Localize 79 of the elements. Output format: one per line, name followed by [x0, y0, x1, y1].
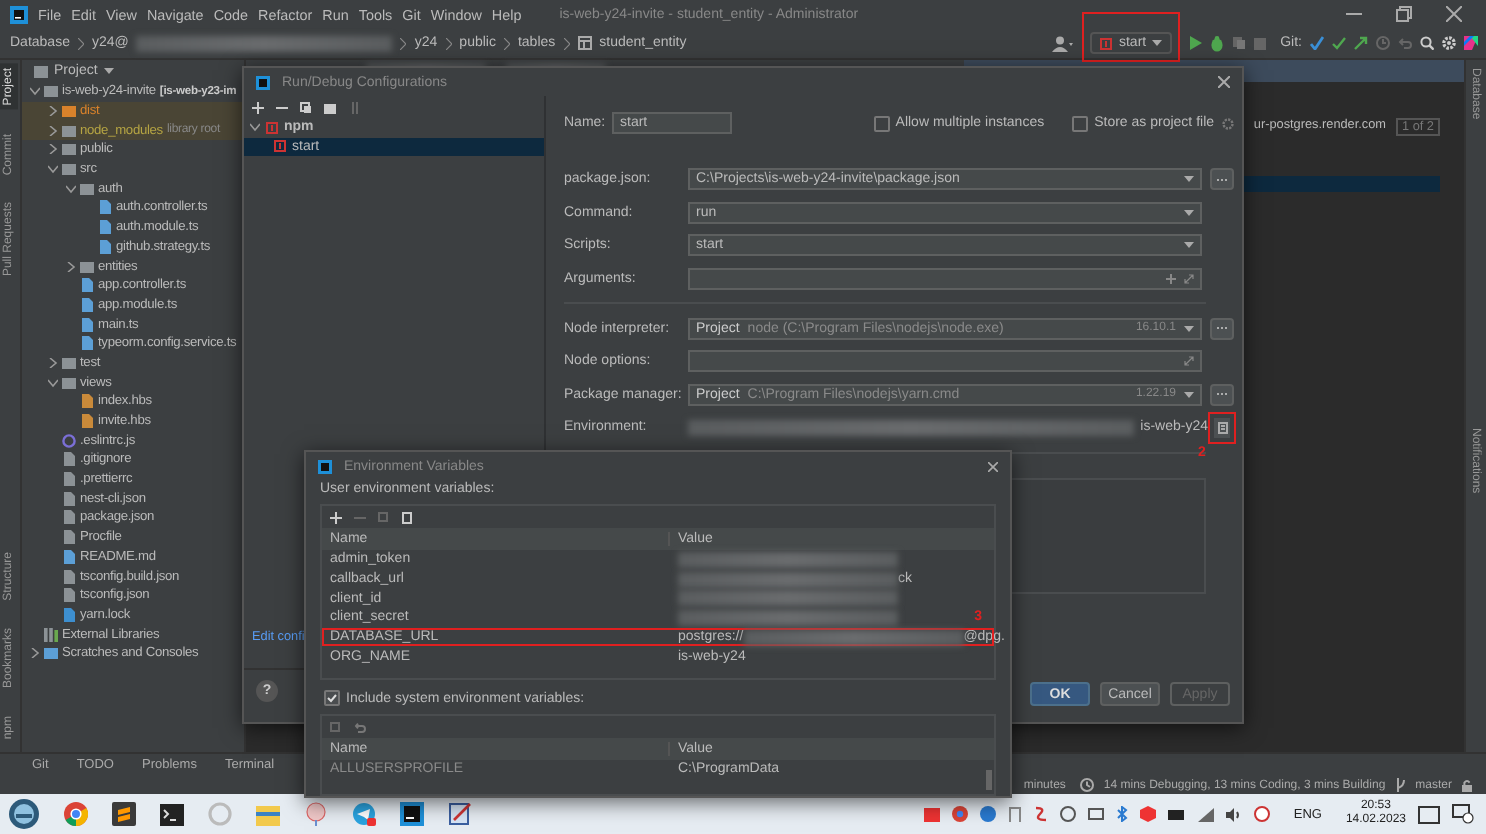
- app-icon[interactable]: [304, 802, 328, 826]
- folder-icon[interactable]: [256, 803, 280, 825]
- close-icon[interactable]: [988, 461, 998, 471]
- circle-icon: [62, 433, 76, 448]
- start-button-icon[interactable]: [8, 798, 40, 830]
- notification-icon[interactable]: [1452, 804, 1474, 824]
- expand-icon[interactable]: [1184, 356, 1194, 366]
- editor-app-icon[interactable]: [112, 802, 136, 826]
- add-icon[interactable]: [252, 101, 264, 113]
- speaker-icon[interactable]: [1225, 807, 1242, 821]
- tray-icon[interactable]: [1253, 806, 1270, 822]
- run-icon[interactable]: [1188, 36, 1203, 50]
- bluetooth-icon[interactable]: [1115, 806, 1128, 822]
- ide-icon[interactable]: [400, 802, 424, 826]
- browse-button[interactable]: [1210, 383, 1234, 405]
- chevron-icon: [400, 37, 407, 49]
- desktop-icon[interactable]: [1418, 805, 1440, 823]
- arrow-icon[interactable]: [1354, 36, 1368, 50]
- browse-button[interactable]: [1210, 317, 1234, 339]
- npm-icon: [274, 140, 286, 153]
- chevron-icon: [503, 37, 510, 49]
- update-icon[interactable]: [1310, 36, 1324, 50]
- input-field[interactable]: [688, 267, 1202, 289]
- bars-icon: [44, 627, 58, 642]
- add-icon[interactable]: [330, 511, 342, 523]
- settings-icon[interactable]: [1442, 36, 1456, 50]
- expand-icon[interactable]: [1184, 273, 1194, 283]
- chevron-icon: [563, 37, 570, 49]
- remove-icon[interactable]: [276, 101, 288, 113]
- checkmark-icon[interactable]: [1332, 36, 1346, 50]
- annotation-box: [1208, 411, 1236, 443]
- table-icon: [577, 36, 592, 50]
- browser-icon[interactable]: [64, 802, 88, 826]
- close-icon[interactable]: [1446, 6, 1462, 22]
- caret-icon[interactable]: [1184, 242, 1194, 248]
- input-field[interactable]: [688, 350, 1202, 372]
- search-icon[interactable]: [1420, 36, 1434, 50]
- branch-icon: [1395, 778, 1406, 792]
- chevron-icon: [77, 37, 84, 49]
- npm-icon: [266, 121, 278, 134]
- debug-icon[interactable]: [1210, 35, 1225, 51]
- caret-icon[interactable]: [1184, 176, 1194, 182]
- tray-icon[interactable]: [923, 807, 940, 821]
- ide-icon: [318, 459, 332, 473]
- undo-icon[interactable]: [354, 721, 366, 734]
- clock-icon: [1079, 778, 1094, 792]
- wifi-icon[interactable]: [1197, 807, 1214, 821]
- caret-icon[interactable]: [1184, 209, 1194, 215]
- terminal-icon[interactable]: [160, 803, 184, 825]
- document-icon: [1217, 421, 1227, 433]
- scratch-icon: [44, 646, 58, 661]
- messenger-icon[interactable]: [352, 802, 376, 826]
- browse-button[interactable]: [1210, 168, 1234, 190]
- folder-icon[interactable]: [324, 101, 338, 113]
- monitor-icon[interactable]: [1087, 807, 1104, 821]
- browser-icon[interactable]: [951, 806, 968, 822]
- battery-icon[interactable]: [1167, 809, 1186, 819]
- edit-environment-button[interactable]: [1214, 417, 1230, 437]
- restore-icon[interactable]: [1396, 6, 1412, 22]
- checkbox[interactable]: [873, 115, 890, 131]
- ide-icon: [256, 75, 270, 89]
- npm-icon: [1100, 37, 1113, 49]
- chevron-icon: [445, 37, 452, 49]
- tray-icon[interactable]: [1139, 806, 1156, 822]
- logo-icon[interactable]: [1464, 36, 1478, 50]
- checkbox[interactable]: [1072, 115, 1089, 131]
- user-icon[interactable]: [1052, 35, 1075, 51]
- checkbox[interactable]: [324, 690, 340, 707]
- lock-icon[interactable]: [1462, 779, 1474, 791]
- app-icon[interactable]: [448, 802, 472, 826]
- clipboard-icon[interactable]: [402, 511, 412, 523]
- folder-icon: [80, 259, 94, 274]
- coverage-icon[interactable]: [1232, 36, 1247, 50]
- caret-icon: [1152, 40, 1163, 46]
- close-icon[interactable]: [1218, 76, 1230, 88]
- app-logo-icon: [10, 5, 28, 23]
- caret-icon[interactable]: [1184, 325, 1194, 331]
- caret-icon[interactable]: [1184, 391, 1194, 397]
- caret-icon[interactable]: [103, 68, 114, 74]
